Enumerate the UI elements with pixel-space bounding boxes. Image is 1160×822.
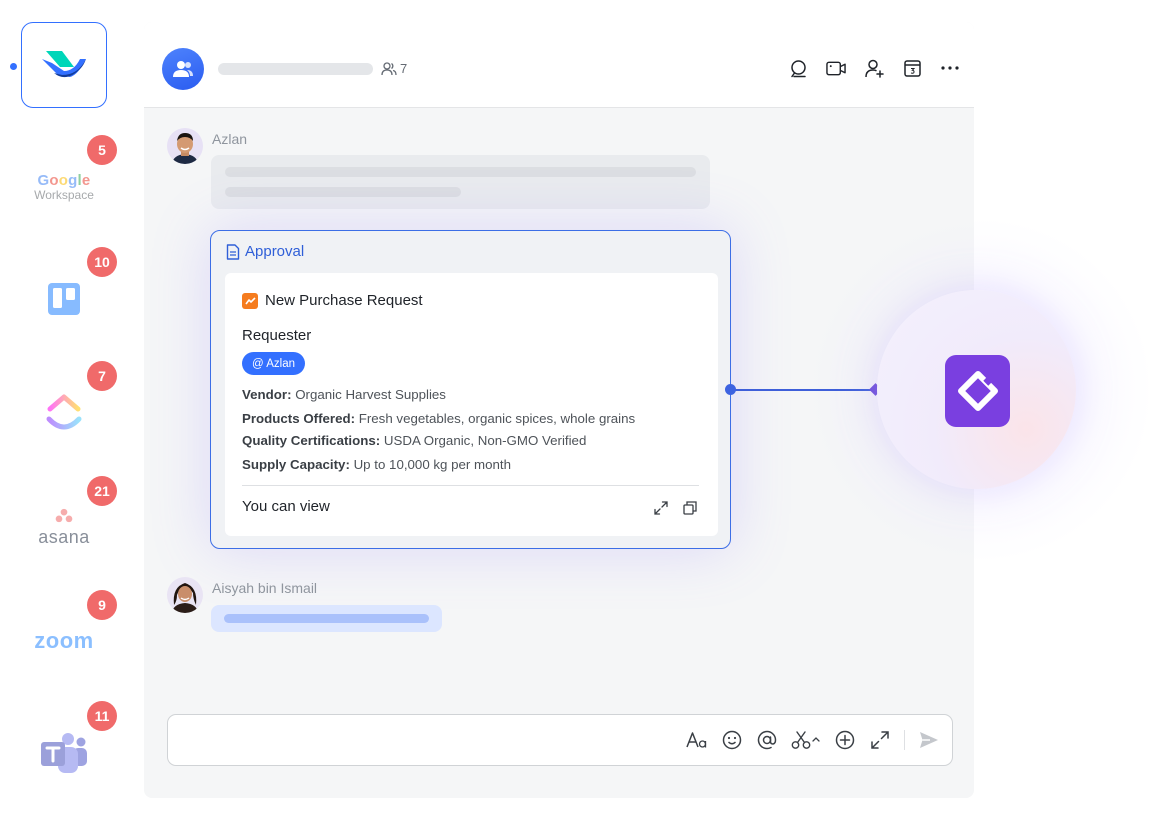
group-icon <box>173 61 193 77</box>
google-workspace-label: Workspace <box>34 188 94 202</box>
send-button[interactable] <box>918 728 940 752</box>
google-logo-text: Google <box>37 172 91 189</box>
video-icon <box>826 61 846 75</box>
integration-connector <box>729 389 876 391</box>
text-line-placeholder <box>225 187 461 197</box>
badge-google-workspace: 5 <box>87 135 117 165</box>
teams-icon <box>41 733 87 773</box>
plus-circle-icon <box>835 730 855 750</box>
active-indicator <box>10 63 17 70</box>
trello-icon <box>48 283 80 315</box>
header-actions <box>788 58 960 78</box>
asana-icon <box>55 508 73 523</box>
group-name-placeholder <box>218 63 373 75</box>
integration-app-logo[interactable] <box>945 355 1010 427</box>
toolbar-separator <box>904 730 905 750</box>
search-chat-button[interactable] <box>788 58 808 78</box>
connector-start-dot <box>725 384 736 395</box>
text-format-button[interactable] <box>686 728 708 752</box>
member-count-text: 7 <box>400 61 408 76</box>
calendar-button[interactable] <box>902 58 922 78</box>
field-vendor: Vendor: Organic Harvest Supplies <box>242 387 446 402</box>
badge-zoom: 9 <box>87 590 117 620</box>
add-user-icon <box>864 59 884 78</box>
at-icon <box>757 730 777 750</box>
card-divider <box>242 485 699 486</box>
rail-app-teams[interactable] <box>20 730 108 776</box>
approval-card-header: Approval <box>226 243 304 260</box>
add-member-button[interactable] <box>864 58 884 78</box>
scissors-icon <box>791 731 820 749</box>
zoom-label: zoom <box>34 628 94 653</box>
field-capacity: Supply Capacity: Up to 10,000 kg per mon… <box>242 457 512 472</box>
add-attachment-button[interactable] <box>834 728 856 752</box>
badge-asana: 21 <box>87 476 117 506</box>
field-certifications: Quality Certifications: USDA Organic, No… <box>242 433 587 448</box>
request-title-text: New Purchase Request <box>265 292 423 309</box>
asana-label: asana <box>38 527 90 547</box>
rail-app-asana[interactable]: asana <box>20 508 108 548</box>
badge-clickup: 7 <box>87 361 117 391</box>
send-icon <box>920 732 938 748</box>
emoji-button[interactable] <box>721 728 743 752</box>
sender-name: Azlan <box>212 131 248 147</box>
rail-app-clickup[interactable] <box>20 390 108 436</box>
text-line-placeholder <box>224 614 429 623</box>
calendar-icon <box>903 60 921 77</box>
badge-teams: 11 <box>87 701 117 731</box>
clickup-icon <box>46 394 82 430</box>
text-line-placeholder <box>225 167 696 177</box>
sender-name: Aisyah bin Ismail <box>212 580 318 596</box>
rail-app-zoom[interactable]: zoom <box>20 626 108 656</box>
member-count[interactable]: 7 <box>381 61 407 76</box>
mention-button[interactable] <box>756 728 778 752</box>
approval-card-body: New Purchase Request Requester @ Azlan V… <box>225 273 718 536</box>
person-avatar-icon <box>167 128 203 164</box>
screenshot-button[interactable] <box>791 728 821 752</box>
more-options-button[interactable] <box>940 58 960 78</box>
app-rail: Google Workspace 5 10 7 asana 21 zoom 9 … <box>0 0 130 822</box>
document-icon <box>226 243 240 260</box>
chat-search-icon <box>790 59 806 77</box>
approval-label: Approval <box>245 243 305 260</box>
rail-app-lark[interactable] <box>21 22 107 108</box>
request-type-icon <box>242 292 258 309</box>
copy-card-button[interactable] <box>682 500 698 516</box>
expand-card-button[interactable] <box>653 500 669 516</box>
badge-trello: 10 <box>87 247 117 277</box>
rail-app-trello[interactable] <box>20 281 108 317</box>
copy-icon <box>683 501 697 515</box>
video-call-button[interactable] <box>826 58 846 78</box>
view-permission-text: You can view <box>242 498 330 515</box>
expand-icon <box>871 731 889 749</box>
field-products: Products Offered: Fresh vegetables, orga… <box>242 411 636 426</box>
requester-mention[interactable]: @ Azlan <box>242 352 306 375</box>
approval-card[interactable]: Approval New Purchase Request Requester … <box>210 230 731 549</box>
group-avatar[interactable] <box>162 48 204 90</box>
text-format-icon <box>686 732 707 748</box>
chat-header: 7 <box>144 22 974 108</box>
lark-logo-icon <box>42 51 86 78</box>
expand-composer-button[interactable] <box>869 728 891 752</box>
more-icon <box>941 66 959 70</box>
message-bubble <box>211 155 710 209</box>
request-title: New Purchase Request <box>242 292 423 309</box>
integration-diamond-icon <box>957 371 998 411</box>
message-composer[interactable] <box>167 714 953 766</box>
avatar-aisyah[interactable] <box>167 577 203 613</box>
message-bubble <box>211 605 442 632</box>
composer-toolbar <box>686 728 940 752</box>
members-icon <box>381 61 397 75</box>
requester-label: Requester <box>242 327 312 344</box>
emoji-icon <box>722 730 742 750</box>
avatar-azlan[interactable] <box>167 128 203 164</box>
person-avatar-icon <box>167 577 203 613</box>
expand-icon <box>654 501 668 515</box>
rail-app-google-workspace[interactable]: Google Workspace <box>20 168 108 208</box>
